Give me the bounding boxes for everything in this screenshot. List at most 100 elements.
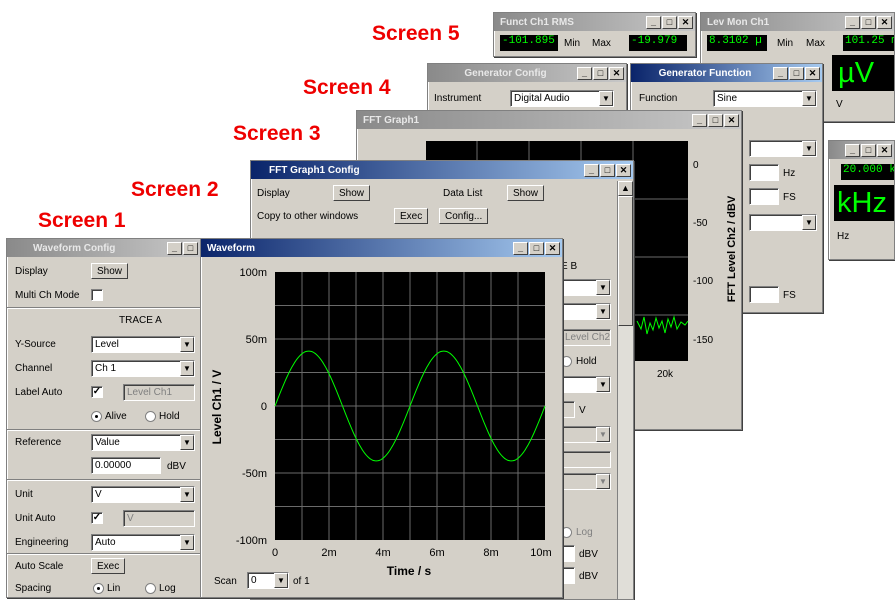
instrument-select[interactable]: Digital Audio ▼ [510, 90, 614, 107]
labelauto-checkbox[interactable]: ✓ [91, 386, 103, 398]
maximize-icon[interactable]: □ [861, 15, 876, 29]
title-bar[interactable]: FFT Graph1 Config _ □ ✕ [251, 161, 633, 179]
close-icon[interactable]: ✕ [609, 66, 624, 80]
chevron-down-icon[interactable]: ▼ [596, 474, 610, 489]
minimize-icon[interactable]: _ [845, 15, 860, 29]
fft-select-2[interactable]: ▼ [561, 303, 611, 320]
alive-radio[interactable] [91, 411, 102, 422]
maximize-icon[interactable]: □ [600, 163, 615, 177]
display-show-button[interactable]: Show [333, 185, 371, 201]
maximize-icon[interactable]: □ [529, 241, 544, 255]
title-bar[interactable]: Funct Ch1 RMS _ □ ✕ [494, 13, 695, 31]
ysource-select[interactable]: Level ▼ [91, 336, 195, 353]
level-field[interactable] [749, 188, 779, 205]
multich-checkbox[interactable] [91, 289, 103, 301]
chevron-down-icon[interactable]: ▼ [180, 337, 194, 352]
maximize-icon[interactable]: □ [861, 143, 876, 157]
fft-select-4[interactable]: ▼ [561, 426, 611, 443]
gen-select-2[interactable]: ▼ [749, 140, 817, 157]
chevron-down-icon[interactable]: ▼ [596, 280, 610, 295]
autoscale-exec-button[interactable]: Exec [91, 558, 126, 574]
max-label[interactable]: Max [806, 38, 825, 49]
waveform-window[interactable]: Waveform _ □ ✕ 100m 50m 0 -50m -100m 0 2m … [200, 238, 563, 598]
engineering-select[interactable]: Auto ▼ [91, 534, 195, 551]
unit-select[interactable]: V ▼ [91, 486, 195, 503]
log-radio[interactable] [145, 583, 156, 594]
title-bar[interactable]: FFT Graph1 _ □ ✕ [357, 111, 741, 129]
data-list-show-button[interactable]: Show [507, 185, 545, 201]
minimize-icon[interactable]: _ [692, 113, 707, 127]
fft-unit-field[interactable] [561, 401, 575, 418]
chevron-down-icon[interactable]: ▼ [596, 377, 610, 392]
lin-radio[interactable] [93, 583, 104, 594]
maximize-icon[interactable]: □ [708, 113, 723, 127]
fft-select-1[interactable]: ▼ [561, 279, 611, 296]
waveform-plot[interactable]: 100m 50m 0 -50m -100m 0 2m 4m 6m 8m 10m … [201, 257, 563, 597]
minimize-icon[interactable]: _ [845, 143, 860, 157]
close-icon[interactable]: ✕ [805, 66, 820, 80]
maximize-icon[interactable]: □ [593, 66, 608, 80]
maximize-icon[interactable]: □ [183, 241, 198, 255]
chevron-down-icon[interactable]: ▼ [599, 91, 613, 106]
freq-mon-window[interactable]: _ □ ✕ 20.000 k kHz Hz [828, 140, 895, 260]
chevron-down-icon[interactable]: ▼ [180, 435, 194, 450]
chevron-down-icon[interactable]: ▼ [802, 141, 816, 156]
fft-select-3[interactable]: ▼ [561, 376, 611, 393]
hold-radio[interactable] [145, 411, 156, 422]
minimize-icon[interactable]: _ [584, 163, 599, 177]
reference-number-field[interactable]: 0.00000 [91, 457, 161, 474]
offset-field[interactable] [749, 286, 779, 303]
title-bar[interactable]: Generator Config _ □ ✕ [428, 64, 626, 82]
maximize-icon[interactable]: □ [789, 66, 804, 80]
min-label[interactable]: Min [564, 38, 580, 49]
chevron-down-icon[interactable]: ▼ [274, 573, 288, 588]
minimize-icon[interactable]: _ [167, 241, 182, 255]
copy-config-button[interactable]: Config... [439, 208, 489, 224]
unitauto-checkbox[interactable]: ✓ [91, 512, 103, 524]
unitauto-field[interactable]: V [123, 510, 195, 527]
freq-field[interactable] [749, 164, 779, 181]
gen-select-3[interactable]: ▼ [749, 214, 817, 231]
close-icon[interactable]: ✕ [616, 163, 631, 177]
display-show-button[interactable]: Show [91, 263, 129, 279]
fft-field-7[interactable] [561, 545, 575, 562]
minimize-icon[interactable]: _ [513, 241, 528, 255]
title-bar[interactable]: Lev Mon Ch1 _ □ ✕ [701, 13, 894, 31]
waveform-config-window[interactable]: Waveform Config _ □ Display Show Multi Ch… [6, 238, 201, 598]
scrollbar[interactable]: ▲ [617, 181, 633, 599]
minimize-icon[interactable]: _ [773, 66, 788, 80]
close-icon[interactable]: ✕ [877, 15, 892, 29]
minimize-icon[interactable]: _ [577, 66, 592, 80]
title-bar[interactable]: Generator Function _ □ ✕ [631, 64, 822, 82]
chevron-down-icon[interactable]: ▼ [802, 91, 816, 106]
chevron-down-icon[interactable]: ▼ [180, 361, 194, 376]
min-label[interactable]: Min [777, 38, 793, 49]
copy-exec-button[interactable]: Exec [394, 208, 429, 224]
close-icon[interactable]: ✕ [545, 241, 560, 255]
fft-select-6[interactable]: ▼ [561, 473, 611, 490]
chevron-down-icon[interactable]: ▼ [596, 304, 610, 319]
chevron-down-icon[interactable]: ▼ [596, 427, 610, 442]
scroll-up-icon[interactable]: ▲ [618, 181, 633, 196]
funct-rms-window[interactable]: Funct Ch1 RMS _ □ ✕ -101.895 Min Max -19.9… [493, 12, 696, 57]
max-label[interactable]: Max [592, 38, 611, 49]
chevron-down-icon[interactable]: ▼ [180, 487, 194, 502]
reference-select[interactable]: Value ▼ [91, 434, 195, 451]
title-bar[interactable]: Waveform Config _ □ [7, 239, 200, 257]
label-field[interactable]: Level Ch1 [123, 384, 195, 401]
fft-level-field[interactable]: Level Ch2 [561, 329, 611, 346]
close-icon[interactable]: ✕ [678, 15, 693, 29]
maximize-icon[interactable]: □ [662, 15, 677, 29]
title-bar[interactable]: Waveform _ □ ✕ [201, 239, 562, 257]
channel-select[interactable]: Ch 1 ▼ [91, 360, 195, 377]
close-icon[interactable]: ✕ [724, 113, 739, 127]
fft-field-5[interactable] [561, 451, 611, 468]
scan-select[interactable]: 0 ▼ [247, 572, 289, 589]
title-bar[interactable]: _ □ ✕ [829, 141, 894, 159]
minimize-icon[interactable]: _ [646, 15, 661, 29]
close-icon[interactable]: ✕ [877, 143, 892, 157]
fft-field-8[interactable] [561, 567, 575, 584]
chevron-down-icon[interactable]: ▼ [180, 535, 194, 550]
chevron-down-icon[interactable]: ▼ [802, 215, 816, 230]
function-select[interactable]: Sine ▼ [713, 90, 817, 107]
